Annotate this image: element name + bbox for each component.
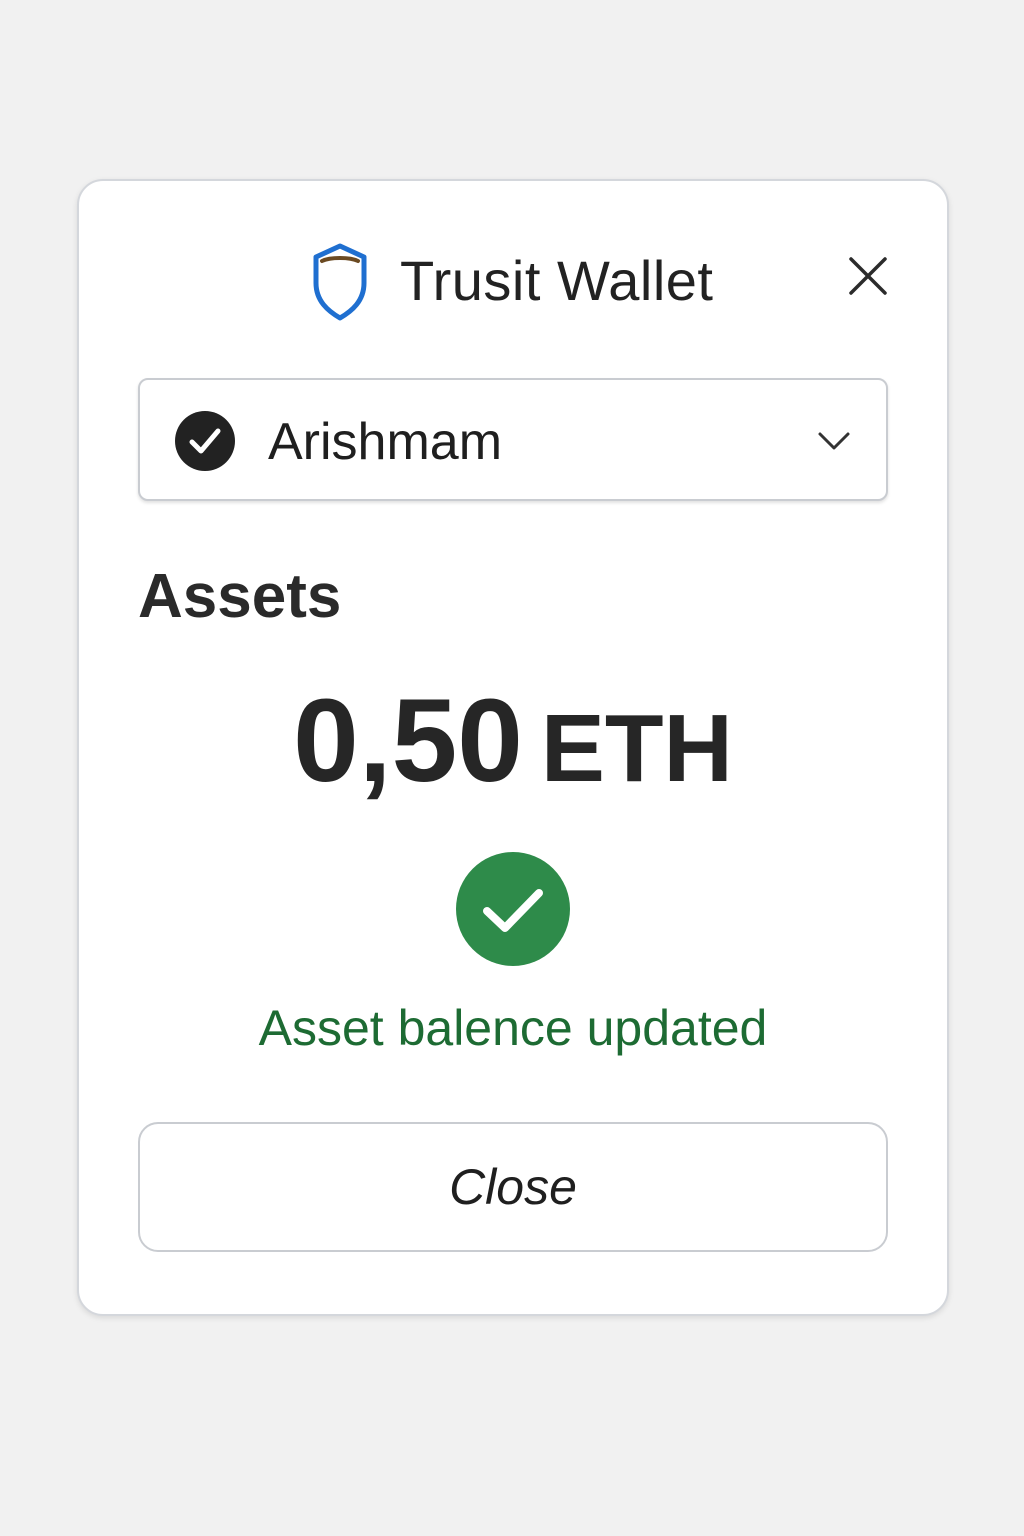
check-circle-icon xyxy=(175,411,235,471)
dialog-header: Trusit Wallet xyxy=(79,181,947,381)
success-check-icon xyxy=(456,852,570,966)
assets-heading: Assets xyxy=(138,562,342,631)
shield-icon xyxy=(313,243,367,321)
wallet-dialog: Trusit Wallet Arishmam Assets 0,50 ETH As… xyxy=(77,179,949,1316)
balance-unit: ETH xyxy=(540,695,733,802)
balance-amount: 0,50 xyxy=(293,675,523,807)
balance-display: 0,50 ETH xyxy=(79,681,947,837)
account-selector[interactable]: Arishmam xyxy=(138,378,888,501)
account-name: Arishmam xyxy=(268,413,503,471)
close-icon[interactable] xyxy=(845,253,891,299)
status-message: Asset balence updated xyxy=(258,1000,768,1056)
close-button[interactable]: Close xyxy=(138,1122,888,1252)
dialog-title: Trusit Wallet xyxy=(400,249,714,312)
chevron-down-icon xyxy=(818,432,850,450)
